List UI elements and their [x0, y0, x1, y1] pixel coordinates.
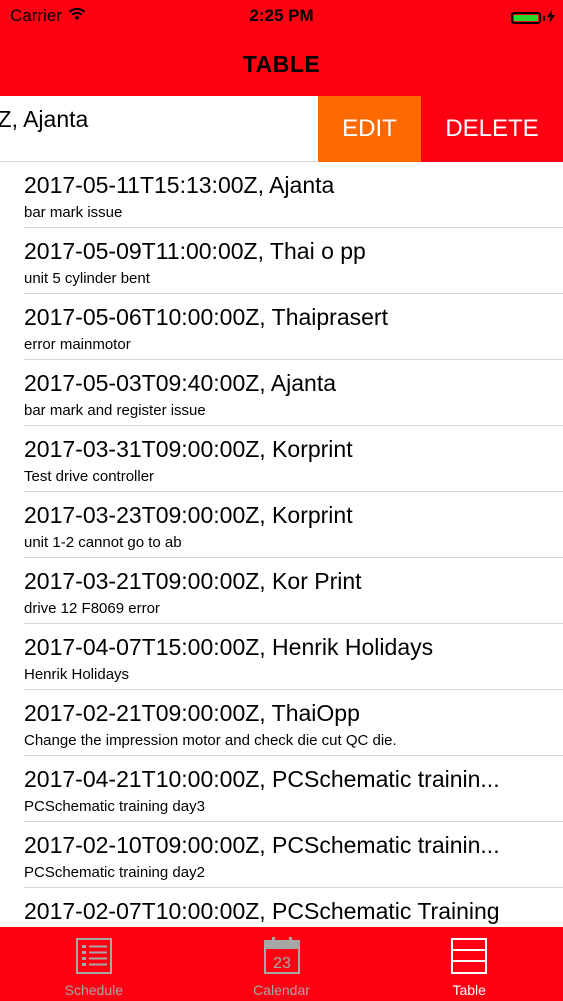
row-title: 2017-05-03T09:40:00Z, Ajanta [24, 370, 337, 396]
swiped-table-row[interactable]: 2017-05-11T15:13:00Z, Ajanta EDIT DELETE [0, 96, 563, 162]
row-title: 2017-05-09T11:00:00Z, Thai o pp [24, 238, 366, 264]
tab-bar: Schedule 23 Calendar Table [0, 927, 563, 1001]
charging-bolt-icon [547, 8, 555, 28]
tab-label: Calendar [253, 982, 310, 998]
battery-tip [543, 15, 545, 21]
row-title: 2017-03-31T09:00:00Z, Korprint [24, 436, 353, 462]
row-title: 2017-05-06T10:00:00Z, Thaiprasert [24, 304, 388, 330]
status-time: 2:25 PM [249, 6, 314, 25]
row-subtitle: error mainmotor [24, 336, 131, 353]
table-row[interactable]: 2017-02-10T09:00:00Z, PCSchematic traini… [0, 822, 563, 888]
table-row[interactable]: 2017-05-09T11:00:00Z, Thai o pp unit 5 c… [0, 228, 563, 294]
table-row[interactable]: 2017-04-07T15:00:00Z, Henrik Holidays He… [0, 624, 563, 690]
swiped-row-content[interactable]: 2017-05-11T15:13:00Z, Ajanta [0, 96, 317, 162]
row-title: 2017-05-11T15:13:00Z, Ajanta [0, 106, 89, 132]
row-title: 2017-04-07T15:00:00Z, Henrik Holidays [24, 634, 434, 660]
table-row[interactable]: 2017-03-21T09:00:00Z, Kor Print drive 12… [0, 558, 563, 624]
tab-calendar[interactable]: 23 Calendar [188, 927, 376, 1001]
row-title: 2017-02-07T10:00:00Z, PCSchematic Traini… [24, 898, 500, 924]
table-row[interactable]: 2017-04-21T10:00:00Z, PCSchematic traini… [0, 756, 563, 822]
row-subtitle: PCSchematic training day3 [24, 798, 205, 815]
tab-label: Table [452, 982, 486, 998]
row-subtitle: Change the impression motor and check di… [24, 732, 397, 749]
page-title: TABLE [242, 51, 321, 77]
table-row[interactable]: 2017-05-11T15:13:00Z, Ajanta bar mark is… [0, 162, 563, 228]
tab-table[interactable]: Table [375, 927, 563, 1001]
row-subtitle: PCSchematic training day2 [24, 864, 205, 881]
table-row[interactable]: 2017-03-23T09:00:00Z, Korprint unit 1-2 … [0, 492, 563, 558]
calendar-day-number: 23 [273, 955, 291, 972]
row-subtitle: drive 12 F8069 error [24, 600, 160, 617]
table-row[interactable]: 2017-05-06T10:00:00Z, Thaiprasert error … [0, 294, 563, 360]
row-title: 2017-03-21T09:00:00Z, Kor Print [24, 568, 362, 594]
row-subtitle: Test drive controller [24, 468, 155, 485]
status-bar: Carrier 2:25 PM [0, 0, 563, 33]
calendar-icon: 23 [263, 937, 300, 974]
table-row[interactable]: 2017-02-21T09:00:00Z, ThaiOpp Change the… [0, 690, 563, 756]
battery-icon [511, 12, 541, 24]
tab-label: Schedule [64, 982, 124, 998]
row-title: 2017-04-21T10:00:00Z, PCSchematic traini… [24, 766, 500, 792]
table-row[interactable]: 2017-02-07T10:00:00Z, PCSchematic Traini… [0, 888, 563, 927]
table-row[interactable]: 2017-03-31T09:00:00Z, Korprint Test driv… [0, 426, 563, 492]
row-title: 2017-02-10T09:00:00Z, PCSchematic traini… [24, 832, 500, 858]
tab-schedule[interactable]: Schedule [0, 927, 188, 1001]
navigation-bar: TABLE [0, 33, 563, 96]
table-icon [451, 938, 488, 974]
edit-button[interactable]: EDIT [318, 96, 421, 162]
row-title: 2017-03-23T09:00:00Z, Korprint [24, 502, 353, 528]
row-subtitle: bar mark and register issue [24, 402, 206, 419]
table-list[interactable]: 2017-05-11T15:13:00Z, Ajanta EDIT DELETE… [0, 96, 563, 927]
row-subtitle: unit 5 cylinder bent [24, 270, 150, 287]
row-title: 2017-05-11T15:13:00Z, Ajanta [24, 172, 335, 198]
row-subtitle: unit 1-2 cannot go to ab [24, 534, 182, 551]
row-subtitle: Henrik Holidays [24, 666, 130, 683]
row-subtitle: bar mark issue [24, 204, 123, 221]
status-right [511, 8, 555, 28]
table-row[interactable]: 2017-05-03T09:40:00Z, Ajanta bar mark an… [0, 360, 563, 426]
delete-button[interactable]: DELETE [421, 96, 563, 162]
row-title: 2017-02-21T09:00:00Z, ThaiOpp [24, 700, 360, 726]
list-icon [75, 938, 112, 974]
